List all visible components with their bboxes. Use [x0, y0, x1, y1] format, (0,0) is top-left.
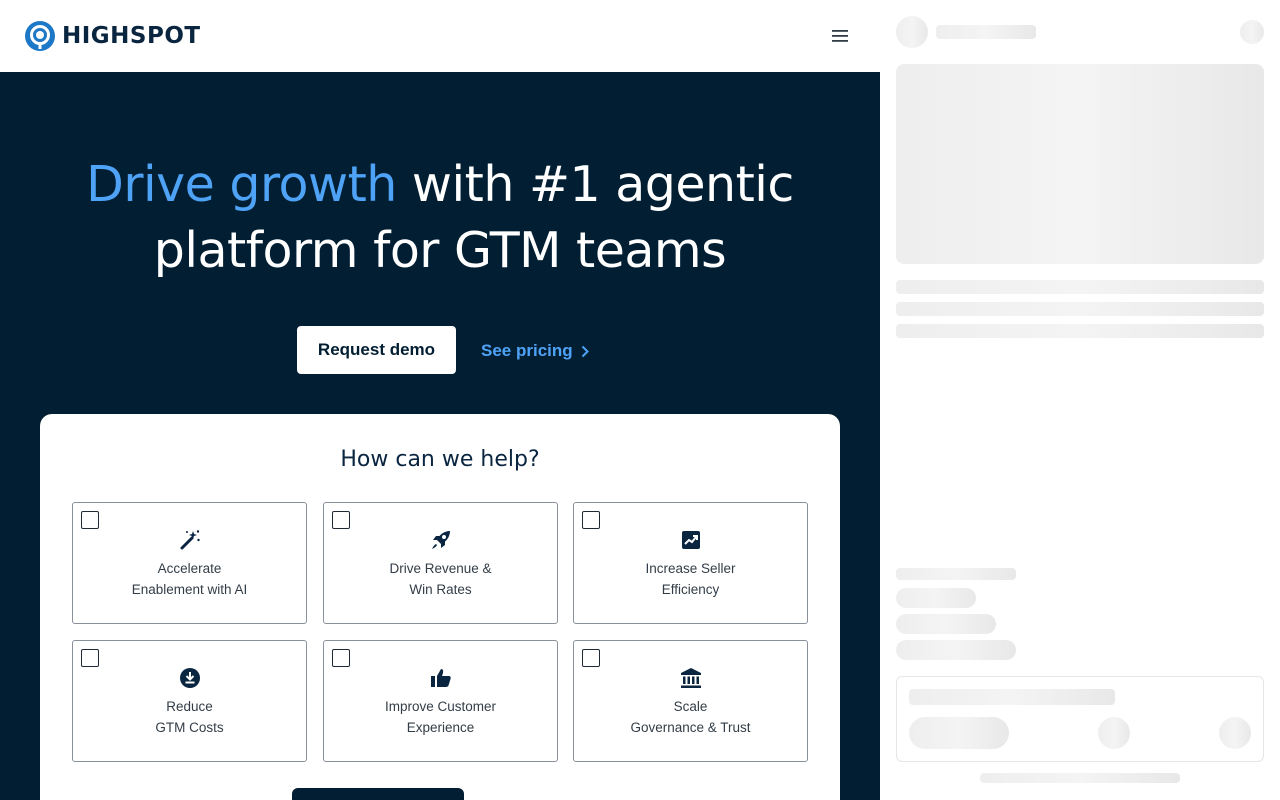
magic-wand-icon — [179, 529, 201, 551]
skeleton-text-line — [896, 280, 1264, 294]
option-label: Drive Revenue & Win Rates — [389, 561, 492, 597]
skeleton-media-block — [896, 64, 1264, 264]
skeleton-card-line — [909, 689, 1115, 705]
option-label: Scale Governance & Trust — [630, 699, 751, 735]
trending-up-chart-icon — [680, 529, 702, 551]
hamburger-menu-icon — [832, 30, 848, 42]
skeleton-close-icon — [1240, 20, 1264, 44]
option-label: Accelerate Enablement with AI — [131, 561, 248, 597]
option-drive-revenue[interactable]: Drive Revenue & Win Rates — [323, 502, 558, 624]
see-pricing-label: See pricing — [481, 341, 573, 360]
option-checkbox[interactable] — [81, 649, 99, 667]
option-reduce-costs[interactable]: Reduce GTM Costs — [72, 640, 307, 762]
help-form-card: How can we help? Accelerate Enablement w… — [40, 414, 840, 800]
see-pricing-link[interactable]: See pricing — [481, 338, 589, 364]
option-accelerate-enablement[interactable]: Accelerate Enablement with AI — [72, 502, 307, 624]
skeleton-card-icon — [1098, 717, 1130, 749]
skeleton-text-line — [896, 302, 1264, 316]
bank-building-icon — [680, 667, 702, 689]
hamburger-menu-button[interactable] — [828, 24, 852, 48]
option-checkbox[interactable] — [332, 649, 350, 667]
rocket-icon — [430, 529, 452, 551]
option-increase-efficiency[interactable]: Increase Seller Efficiency — [573, 502, 808, 624]
hero-headline-line1: with #1 agentic — [396, 156, 794, 213]
option-improve-customer-experience[interactable]: Improve Customer Experience — [323, 640, 558, 762]
hero-headline-line2: platform for GTM teams — [153, 222, 727, 279]
skeleton-footer-line — [980, 773, 1180, 783]
option-label: Improve Customer Experience — [384, 699, 497, 735]
skeleton-card-icon — [1219, 717, 1251, 749]
request-demo-button[interactable]: Request demo — [297, 326, 456, 374]
top-navigation-bar: HIGHSPOT — [0, 0, 880, 72]
thumbs-up-icon — [430, 667, 452, 689]
download-circle-icon — [179, 667, 201, 689]
skeleton-label-line — [896, 568, 1016, 580]
chevron-right-icon — [581, 345, 589, 357]
help-form-title: How can we help? — [340, 447, 540, 472]
highspot-logo[interactable]: HIGHSPOT — [24, 19, 201, 53]
skeleton-pill — [896, 614, 996, 634]
brand-name: HIGHSPOT — [62, 23, 201, 49]
loading-side-panel — [880, 0, 1280, 800]
hero-headline: Drive growth with #1 agentic platform for… — [40, 152, 840, 284]
skeleton-title-line — [936, 25, 1036, 39]
option-label: Reduce GTM Costs — [155, 699, 224, 735]
skeleton-pill — [896, 640, 1016, 660]
highspot-logo-icon — [25, 21, 55, 51]
skeleton-text-line — [896, 324, 1264, 338]
skeleton-avatar — [896, 16, 928, 48]
option-checkbox[interactable] — [332, 511, 350, 529]
option-checkbox[interactable] — [582, 649, 600, 667]
form-submit-button[interactable] — [292, 788, 464, 800]
hero-headline-highlight: Drive growth — [86, 156, 397, 213]
option-scale-governance[interactable]: Scale Governance & Trust — [573, 640, 808, 762]
option-checkbox[interactable] — [81, 511, 99, 529]
option-checkbox[interactable] — [582, 511, 600, 529]
main-page: HIGHSPOT Drive growth with #1 agentic pla… — [0, 0, 880, 800]
skeleton-pill — [896, 588, 976, 608]
option-label: Increase Seller Efficiency — [645, 561, 736, 597]
skeleton-card — [896, 676, 1264, 762]
skeleton-card-button — [909, 717, 1009, 749]
